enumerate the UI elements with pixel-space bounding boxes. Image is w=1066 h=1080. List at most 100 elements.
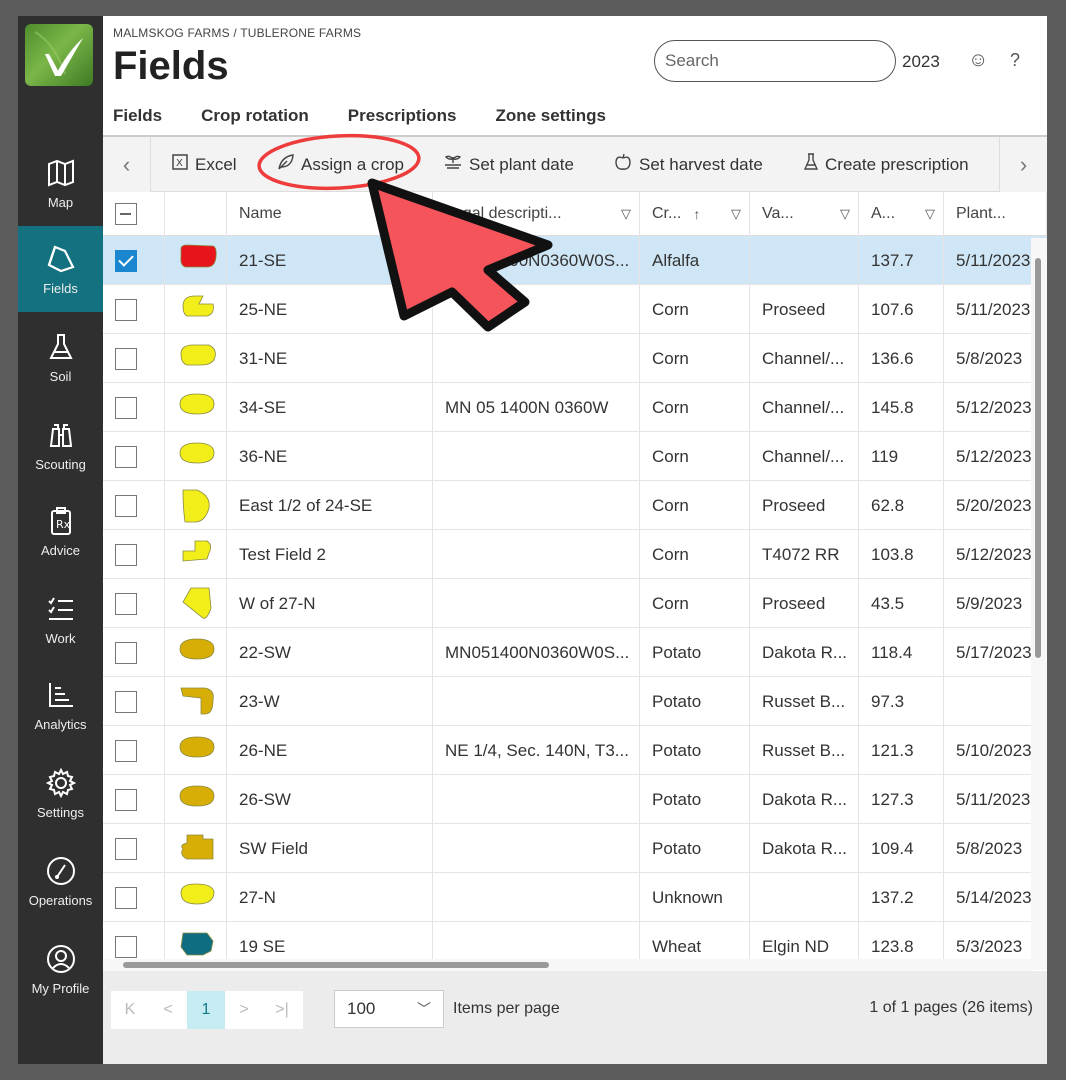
legal-description-cell: [433, 285, 640, 334]
crop-cell-text: Unknown: [652, 887, 723, 907]
column-header-description[interactable]: Legal descripti... ▽: [433, 192, 640, 236]
sidebar-item-my-profile[interactable]: My Profile: [18, 926, 103, 1012]
sidebar-item-settings[interactable]: Settings: [18, 750, 103, 836]
assign-crop-button[interactable]: Assign a crop: [277, 137, 404, 192]
help-icon[interactable]: ?: [1010, 50, 1020, 71]
table-row[interactable]: East 1/2 of 24-SE Corn Proseed 62.8 5/20/202…: [103, 481, 1047, 530]
row-checkbox[interactable]: [115, 494, 137, 517]
row-checkbox[interactable]: [115, 739, 137, 762]
create-prescription-button[interactable]: Create prescription: [803, 137, 969, 192]
table-row[interactable]: 26-SW Potato Dakota R... 127.3 5/11/2023: [103, 775, 1047, 824]
filter-icon[interactable]: ▽: [925, 206, 935, 222]
sidebar-item-operations[interactable]: Operations: [18, 838, 103, 924]
vertical-scroll-thumb[interactable]: [1035, 258, 1041, 658]
toolbar-scroll-right-button[interactable]: ›: [999, 137, 1047, 192]
tab-crop-rotation[interactable]: Crop rotation: [201, 106, 309, 138]
table-row[interactable]: 22-SW MN051400N0360W0S... Potato Dakota R..…: [103, 628, 1047, 677]
tab-fields[interactable]: Fields: [113, 106, 163, 138]
table-row[interactable]: Test Field 2 Corn T4072 RR 103.8 5/12/2023: [103, 530, 1047, 579]
row-checkbox[interactable]: [115, 641, 137, 664]
variety-cell-text: Elgin ND: [762, 936, 830, 956]
crop-cell-text: Potato: [652, 642, 702, 662]
horizontal-scrollbar[interactable]: [103, 959, 1031, 971]
variety-cell: Channel/...: [750, 432, 859, 481]
sidebar-item-advice[interactable]: Rx Advice: [18, 488, 103, 574]
app-logo[interactable]: [25, 24, 93, 86]
sidebar-item-label: Work: [45, 630, 76, 646]
last-page-button[interactable]: >|: [263, 991, 301, 1029]
first-page-button[interactable]: K: [111, 991, 149, 1029]
variety-cell: Russet B...: [750, 677, 859, 726]
sidebar-item-map[interactable]: Map: [18, 140, 103, 226]
row-checkbox[interactable]: [115, 935, 137, 958]
row-checkbox[interactable]: [115, 396, 137, 419]
table-row[interactable]: 31-NE Corn Channel/... 136.6 5/8/2023: [103, 334, 1047, 383]
filter-icon[interactable]: ▽: [840, 206, 850, 222]
filter-icon[interactable]: ▽: [621, 206, 631, 222]
table-row[interactable]: W of 27-N Corn Proseed 43.5 5/9/2023: [103, 579, 1047, 628]
tab-prescriptions[interactable]: Prescriptions: [348, 106, 457, 138]
table-row[interactable]: 26-NE NE 1/4, Sec. 140N, T3... Potato Russe…: [103, 726, 1047, 775]
feedback-smiley-icon[interactable]: ☺: [968, 49, 988, 72]
header-select-cell: [103, 192, 165, 236]
horizontal-scroll-thumb[interactable]: [123, 962, 549, 968]
year-selector[interactable]: 2023: [902, 52, 940, 72]
crop-cell-text: Wheat: [652, 936, 702, 956]
crop-cell-text: Corn: [652, 348, 689, 368]
select-all-checkbox[interactable]: [115, 203, 137, 225]
set-plant-date-button[interactable]: Set plant date: [443, 137, 574, 192]
row-checkbox[interactable]: [115, 837, 137, 860]
field-shape-cell: [165, 726, 227, 775]
crop-cell-text: Corn: [652, 446, 689, 466]
column-header-label: Va...: [762, 205, 794, 222]
row-checkbox[interactable]: [115, 347, 137, 370]
prev-page-button[interactable]: <: [149, 991, 187, 1029]
sidebar-item-analytics[interactable]: Analytics: [18, 662, 103, 748]
plant-date-cell-text: 5/12/2023: [956, 446, 1032, 466]
breadcrumb[interactable]: MALMSKOG FARMS / TUBLERONE FARMS: [113, 26, 361, 40]
excel-export-button[interactable]: X Excel: [171, 137, 237, 192]
table-row[interactable]: 25-NE Corn Proseed 107.6 5/11/2023: [103, 285, 1047, 334]
set-plant-date-label: Set plant date: [469, 154, 574, 174]
sidebar-item-fields[interactable]: Fields: [18, 226, 103, 312]
sidebar-item-work[interactable]: Work: [18, 576, 103, 662]
row-checkbox[interactable]: [115, 445, 137, 468]
row-checkbox[interactable]: [115, 690, 137, 713]
column-header-area[interactable]: A... ▽: [859, 192, 944, 236]
table-row[interactable]: 23-W Potato Russet B... 97.3: [103, 677, 1047, 726]
sort-ascending-icon[interactable]: ↑: [693, 206, 700, 222]
row-checkbox[interactable]: [115, 788, 137, 811]
area-cell: 118.4: [859, 628, 944, 677]
toolbar-scroll-left-button[interactable]: ‹: [103, 137, 151, 192]
row-select-cell: [103, 383, 165, 432]
legal-description-cell: NE 1/4, Sec. 140N, T3...: [433, 726, 640, 775]
tab-zone-settings[interactable]: Zone settings: [495, 106, 606, 138]
column-header-crop[interactable]: Cr... ↑ ▽: [640, 192, 750, 236]
column-header-variety[interactable]: Va... ▽: [750, 192, 859, 236]
table-row[interactable]: 21-SE MN051400N0360W0S... Alfalfa 137.7 5/11…: [103, 236, 1047, 285]
column-header-plant-date[interactable]: Plant...: [944, 192, 1047, 236]
row-checkbox[interactable]: [115, 249, 137, 272]
legal-description-cell: [433, 530, 640, 579]
filter-icon[interactable]: ▽: [731, 206, 741, 222]
row-checkbox[interactable]: [115, 543, 137, 566]
field-boundary-thumbnail: [180, 883, 215, 904]
table-row[interactable]: 27-N Unknown 137.2 5/14/2023: [103, 873, 1047, 922]
column-header-name[interactable]: Name: [227, 192, 433, 236]
vertical-scrollbar[interactable]: [1031, 238, 1047, 970]
sidebar-item-soil[interactable]: Soil: [18, 314, 103, 400]
current-page-button[interactable]: 1: [187, 991, 225, 1029]
items-per-page-select[interactable]: 100 ﹀: [334, 990, 444, 1028]
table-row[interactable]: SW Field Potato Dakota R... 109.4 5/8/2023: [103, 824, 1047, 873]
next-page-button[interactable]: >: [225, 991, 263, 1029]
row-select-cell: [103, 824, 165, 873]
seedling-icon: [443, 153, 463, 176]
row-checkbox[interactable]: [115, 298, 137, 321]
sidebar-item-scouting[interactable]: Scouting: [18, 402, 103, 488]
search-input[interactable]: [654, 40, 896, 82]
row-checkbox[interactable]: [115, 592, 137, 615]
row-checkbox[interactable]: [115, 886, 137, 909]
set-harvest-date-button[interactable]: Set harvest date: [613, 137, 763, 192]
table-row[interactable]: 34-SE MN 05 1400N 0360W Corn Channel/... 145…: [103, 383, 1047, 432]
table-row[interactable]: 36-NE Corn Channel/... 119 5/12/2023: [103, 432, 1047, 481]
